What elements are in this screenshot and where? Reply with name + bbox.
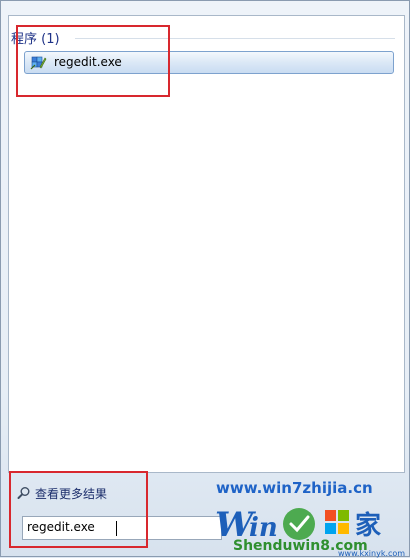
watermark-url: www.win7zhijia.cn — [216, 479, 373, 497]
svg-text:家: 家 — [355, 510, 381, 541]
start-menu-search-window: 程序 (1) regedit.exe 查看更多结果 www.win7zhijia… — [0, 0, 410, 558]
watermark-logo: W in 家 Shenduwin8.com www.kxinyk.com — [215, 505, 405, 558]
highlight-box-search — [9, 471, 148, 548]
highlight-box-results — [16, 25, 170, 97]
